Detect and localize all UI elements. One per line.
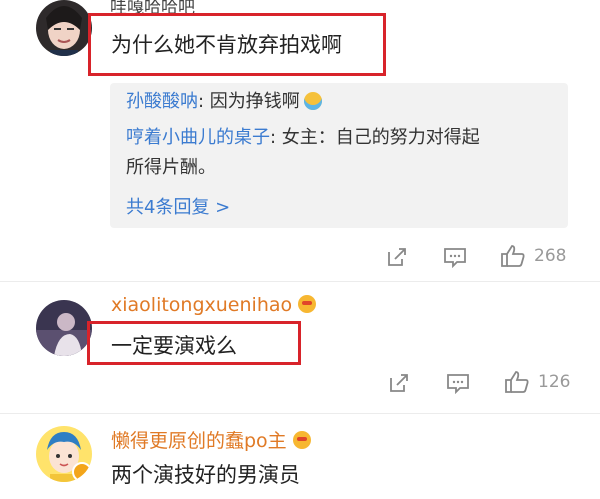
like-icon — [505, 371, 529, 393]
share-button[interactable] — [386, 246, 408, 268]
reply-box[interactable]: 孙酸酸呐: 因为挣钱啊 哼着小曲儿的桌子: 女主：自己的努力对得起 所得片酬。 … — [110, 83, 568, 228]
comment-3: 懒得更原创的蠢po主 两个演技好的男演员 — [0, 414, 600, 499]
like-count: 126 — [538, 372, 571, 392]
reply-text: : 因为挣钱啊 — [198, 91, 300, 112]
comment-icon — [444, 248, 466, 268]
avatar[interactable] — [36, 300, 92, 356]
more-replies-link[interactable]: 共4条回复 > — [126, 193, 230, 219]
share-icon — [388, 248, 406, 266]
username[interactable]: 懒得更原创的蠢po主 — [111, 426, 311, 453]
emoji-icon — [303, 92, 322, 110]
like-button[interactable]: 268 — [500, 244, 566, 268]
reply-text: : 女主：自己的努力对得起 — [270, 127, 480, 148]
reply-username[interactable]: 孙酸酸呐 — [126, 91, 198, 112]
avatar[interactable] — [36, 426, 92, 482]
verified-badge-icon — [72, 462, 92, 482]
like-count: 268 — [534, 246, 567, 266]
comment-button[interactable] — [446, 372, 470, 394]
like-button[interactable]: 126 — [504, 370, 570, 394]
comment-1: 哇嘎哈哈吧 为什么她不肯放弃拍戏啊 孙酸酸呐: 因为挣钱啊 哼着小曲儿的桌子: … — [0, 0, 600, 280]
comment-text: 为什么她不肯放弃拍戏啊 — [111, 33, 342, 57]
avatar[interactable] — [36, 0, 92, 56]
comment-icon — [447, 374, 469, 394]
reply-1: 孙酸酸呐: 因为挣钱啊 — [126, 87, 322, 117]
comment-2: xiaolitongxuenihao 一定要演戏么 126 — [0, 282, 600, 412]
like-icon — [501, 245, 525, 267]
comment-text: 两个演技好的男演员 — [111, 463, 300, 487]
reply-2: 哼着小曲儿的桌子: 女主：自己的努力对得起 — [126, 123, 480, 153]
username[interactable]: xiaolitongxuenihao — [111, 294, 317, 316]
comment-button[interactable] — [443, 246, 467, 268]
reply-2-cont: 所得片酬。 — [126, 157, 216, 178]
reply-username[interactable]: 哼着小曲儿的桌子 — [126, 127, 270, 148]
vip-badge-icon — [298, 295, 317, 313]
vip-badge-icon — [292, 431, 311, 449]
share-button[interactable] — [388, 372, 410, 394]
comment-text: 一定要演戏么 — [111, 334, 237, 358]
share-icon — [390, 374, 408, 392]
